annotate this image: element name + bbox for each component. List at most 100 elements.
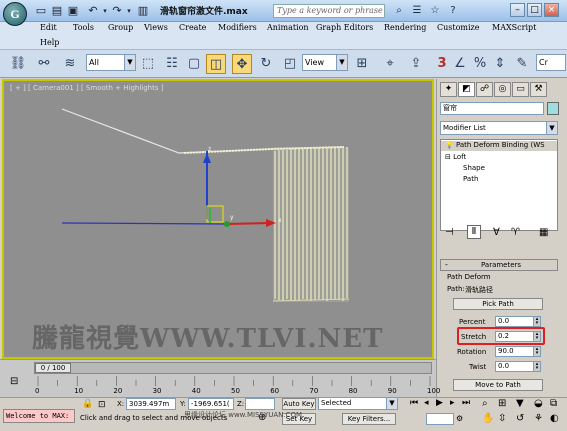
spinner-arrows-icon[interactable]: ▴ ▾ — [533, 317, 540, 326]
show-end-result-icon[interactable]: Ⅱ — [467, 225, 481, 239]
menu-modifiers[interactable]: Modifiers — [218, 23, 257, 32]
display-tab-icon[interactable]: ▭ — [512, 82, 529, 97]
menu-animation[interactable]: Animation — [267, 23, 309, 32]
percent-snap-icon[interactable]: % — [470, 54, 490, 74]
menu-customize[interactable]: Customize — [437, 23, 480, 32]
current-frame-field[interactable] — [426, 413, 454, 425]
parameters-rollout-header[interactable]: - Parameters — [440, 259, 558, 271]
time-config-icon[interactable]: ⚙ — [456, 414, 463, 423]
project-folder-icon[interactable]: ▥ — [136, 4, 150, 18]
select-and-rotate-icon[interactable]: ↻ — [256, 54, 276, 74]
menu-help[interactable]: Help — [40, 38, 59, 47]
go-to-start-icon[interactable]: ⏮ — [410, 398, 418, 408]
key-filters-button[interactable]: Key Filters... — [342, 413, 396, 425]
percent-spinner[interactable]: 0.0 ▴ ▾ — [495, 316, 541, 327]
edit-named-selection-icon[interactable]: ✎ — [512, 54, 532, 74]
make-unique-icon[interactable]: ∀ — [493, 227, 500, 238]
zoom-icon[interactable]: ⌕ — [482, 398, 488, 409]
reference-coordinate-select[interactable]: View ▼ — [302, 54, 348, 71]
bind-space-warp-icon[interactable]: ≋ — [60, 54, 80, 74]
time-slider-track[interactable]: 0 / 100 — [34, 362, 432, 374]
time-slider-thumb[interactable]: 0 / 100 — [35, 363, 71, 373]
dolly-icon[interactable]: ⇳ — [498, 413, 506, 424]
track-bar-toggle-icon[interactable]: ⊟ — [10, 376, 18, 387]
menu-tools[interactable]: Tools — [73, 23, 94, 32]
spinner-arrows-icon[interactable]: ▴ ▾ — [533, 362, 540, 371]
previous-frame-icon[interactable]: ◂ — [424, 398, 429, 408]
app-logo-icon[interactable]: G — [3, 2, 27, 26]
spinner-snap-icon[interactable]: ⇕ — [490, 54, 510, 74]
keyboard-shortcut-icon[interactable]: ⇪ — [406, 54, 426, 74]
walk-through-icon[interactable]: ⚘ — [534, 413, 543, 424]
lock-selection-icon[interactable]: 🔒 — [82, 399, 93, 409]
menu-group[interactable]: Group — [108, 23, 133, 32]
pivot-center-icon[interactable]: ⊞ — [352, 54, 372, 74]
open-file-icon[interactable]: ▤ — [50, 4, 64, 18]
collapse-icon[interactable]: ⊟ — [445, 153, 451, 161]
x-coordinate-field[interactable]: 3039.497m — [126, 398, 176, 410]
zoom-all-icon[interactable]: ⊞ — [498, 398, 506, 409]
rotation-spinner[interactable]: 90.0 ▴ ▾ — [495, 346, 541, 357]
redo-dropdown-icon[interactable]: ▾ — [122, 4, 136, 18]
binoculars-icon[interactable]: ⌕ — [392, 4, 406, 18]
modify-tab-icon[interactable]: ◩ — [458, 82, 475, 97]
angle-snap-icon[interactable]: ∠ — [450, 54, 470, 74]
utilities-tab-icon[interactable]: ⚒ — [530, 82, 547, 97]
save-file-icon[interactable]: ▣ — [66, 4, 80, 18]
play-icon[interactable]: ▶ — [436, 398, 443, 408]
stretch-spinner[interactable]: 0.2 ▴ ▾ — [495, 331, 541, 342]
rectangular-selection-icon[interactable]: ▢ — [184, 54, 204, 74]
help-icon[interactable]: ? — [446, 4, 460, 18]
stack-item-path[interactable]: Path — [463, 175, 478, 183]
motion-tab-icon[interactable]: ◎ — [494, 82, 511, 97]
hierarchy-tab-icon[interactable]: ☍ — [476, 82, 493, 97]
auto-key-button[interactable]: Auto Key — [282, 398, 316, 410]
stack-item-path-deform[interactable]: 💡 Path Deform Binding (WS — [441, 141, 557, 151]
stack-item-loft[interactable]: ⊟ Loft — [445, 153, 466, 161]
spinner-arrows-icon[interactable]: ▴ ▾ — [533, 347, 540, 356]
menu-rendering[interactable]: Rendering — [384, 23, 426, 32]
menu-views[interactable]: Views — [144, 23, 168, 32]
maxscript-listener[interactable]: Welcome to MAX: — [3, 409, 75, 423]
pick-path-button[interactable]: Pick Path — [453, 298, 543, 310]
link-icon[interactable]: ⛓ — [8, 54, 28, 74]
select-by-name-icon[interactable]: ☷ — [162, 54, 182, 74]
maximize-viewport-icon[interactable]: ⧉ — [550, 398, 557, 409]
select-and-move-icon[interactable]: ✥ — [232, 54, 252, 74]
move-to-path-button[interactable]: Move to Path — [453, 379, 543, 391]
orbit-icon[interactable]: ◒ — [534, 398, 543, 409]
remove-modifier-icon[interactable]: ♈ — [511, 227, 520, 238]
create-tab-icon[interactable]: ✦ — [440, 82, 457, 97]
named-selection-select[interactable]: Cr — [536, 54, 566, 71]
search-input[interactable]: Type a keyword or phrase — [273, 4, 385, 18]
snaps-toggle-icon[interactable]: 3 — [432, 54, 452, 74]
next-frame-icon[interactable]: ▸ — [450, 398, 455, 408]
twist-spinner[interactable]: 0.0 ▴ ▾ — [495, 361, 541, 372]
pan-icon[interactable]: ✋ — [482, 413, 494, 424]
stack-item-shape[interactable]: Shape — [463, 164, 485, 172]
menu-graph-editors[interactable]: Graph Editors — [316, 23, 373, 32]
modifier-list-select[interactable]: Modifier List ▼ — [440, 121, 558, 135]
select-manipulate-icon[interactable]: ⌖ — [380, 54, 400, 74]
field-of-view-icon[interactable]: ▼ — [516, 398, 524, 409]
menu-edit[interactable]: Edit — [40, 23, 57, 32]
key-mode-select[interactable]: Selected ▼ — [318, 397, 398, 410]
go-to-end-icon[interactable]: ⏭ — [462, 398, 470, 408]
maximize-button[interactable]: □ — [527, 3, 542, 17]
minimize-button[interactable]: – — [510, 3, 525, 17]
selection-filter-select[interactable]: All ▼ — [86, 54, 136, 71]
menu-maxscript[interactable]: MAXScript — [492, 23, 536, 32]
unlink-icon[interactable]: ⚯ — [34, 54, 54, 74]
camera-orbit-icon[interactable]: ◐ — [550, 413, 559, 424]
new-file-icon[interactable]: ▭ — [34, 4, 48, 18]
bulb-icon[interactable]: 💡 — [445, 141, 454, 149]
pin-stack-icon[interactable]: ⊣ — [445, 227, 454, 238]
camera-viewport[interactable]: [ + ] [ Camera001 ] [ Smooth + Highlight… — [2, 79, 434, 359]
select-object-icon[interactable]: ⬚ — [138, 54, 158, 74]
window-crossing-icon[interactable]: ◫ — [206, 54, 226, 74]
configure-sets-icon[interactable]: ▦ — [539, 227, 548, 238]
y-coordinate-field[interactable]: -1969.651( — [188, 398, 234, 410]
z-coordinate-field[interactable] — [245, 398, 275, 410]
select-and-scale-icon[interactable]: ◰ — [280, 54, 300, 74]
close-button[interactable]: × — [544, 3, 559, 17]
